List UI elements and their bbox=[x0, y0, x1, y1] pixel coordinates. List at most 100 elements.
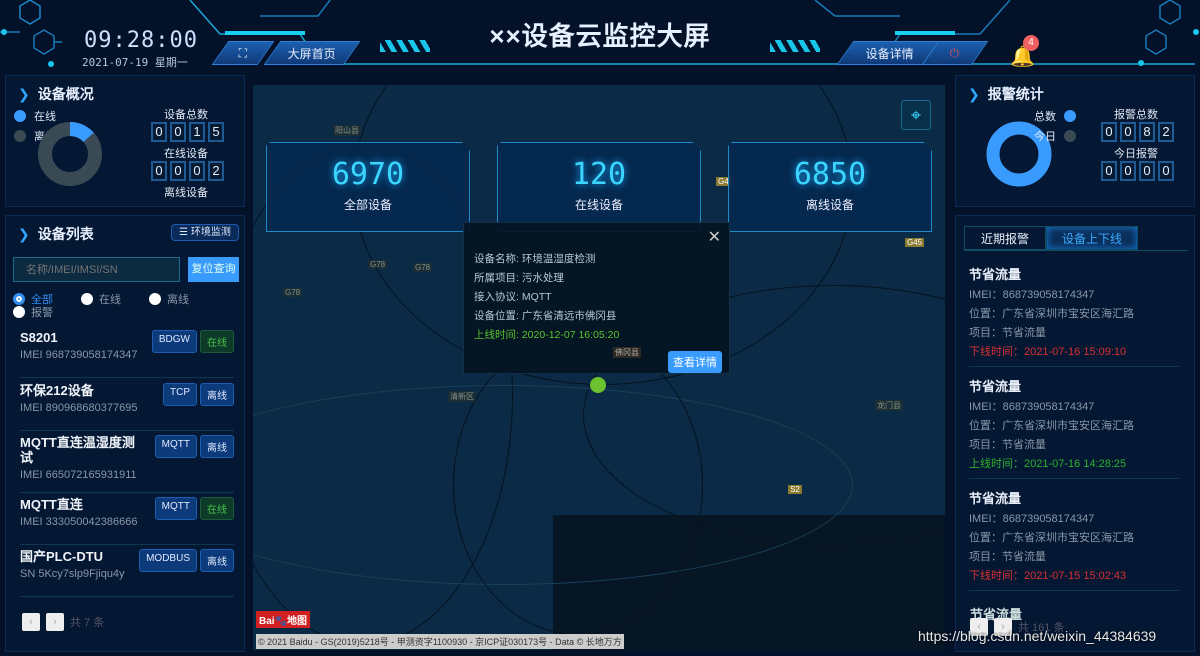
online-digits: 0002 bbox=[151, 161, 224, 181]
popup-project: 所属项目: 污水处理 bbox=[474, 272, 564, 284]
device-list-item[interactable]: 国产PLC-DTU SN 5Kcy7slp9Fjiqu4y MODBUS 离线 bbox=[20, 549, 234, 597]
stat-card-offline: 6850 离线设备 bbox=[728, 142, 932, 232]
record-title: 节省流量 bbox=[969, 267, 1022, 282]
digit: 0 bbox=[1120, 122, 1136, 142]
tab-recent-alarms[interactable]: 近期报警 bbox=[964, 226, 1046, 250]
filter-label: 离线 bbox=[167, 294, 189, 306]
device-name: 环保212设备 bbox=[20, 383, 94, 398]
device-name: MQTT直连温湿度测试 bbox=[20, 435, 135, 465]
next-page-button[interactable]: › bbox=[46, 613, 64, 631]
stat-card-all: 6970 全部设备 bbox=[266, 142, 470, 232]
alarm-total-digits: 0082 bbox=[1101, 122, 1174, 142]
record-location: 位置：广东省深圳市宝安区海汇路 bbox=[969, 308, 1134, 320]
digit: 1 bbox=[189, 122, 205, 142]
record-imei: IMEI：868739058174347 bbox=[969, 513, 1095, 525]
device-tags: MQTT 离线 bbox=[154, 435, 234, 458]
device-name: MQTT直连 bbox=[20, 497, 83, 512]
record-imei: IMEI：868739058174347 bbox=[969, 289, 1095, 301]
alarm-stats-panel: ❯ 报警统计 总数 今日 报警总数 0082 今日报警 0000 bbox=[955, 75, 1195, 207]
record-location: 位置：广东省深圳市宝安区海汇路 bbox=[969, 532, 1134, 544]
alarm-total-label: 报警总数 bbox=[1114, 109, 1158, 121]
digit: 0 bbox=[189, 161, 205, 181]
search-input[interactable] bbox=[13, 257, 180, 282]
overview-panel: ❯ 设备概况 在线 离线 设备总数 0015 在线设备 0002 离线设备 bbox=[5, 75, 245, 207]
online-dot bbox=[14, 110, 26, 122]
tab-device-online-offline[interactable]: 设备上下线 bbox=[1046, 226, 1138, 250]
record-imei: IMEI：868739058174347 bbox=[969, 401, 1095, 413]
record-time: 上线时间：2021-07-16 14:28:25 bbox=[969, 458, 1127, 470]
device-list-item[interactable]: S8201 IMEI 968739058174347 BDGW 在线 bbox=[20, 330, 234, 378]
stat-label: 全部设备 bbox=[343, 198, 392, 212]
stat-card-online: 120 在线设备 bbox=[497, 142, 701, 232]
baidu-logo: Bai🐾地图 bbox=[256, 611, 311, 628]
close-icon[interactable]: ✕ bbox=[708, 227, 721, 247]
protocol-tag: MQTT bbox=[154, 435, 197, 458]
device-marker[interactable] bbox=[590, 377, 606, 393]
radio-icon bbox=[149, 293, 161, 305]
decor-stripes bbox=[770, 40, 820, 52]
legend-total-label: 总数 bbox=[1034, 111, 1056, 123]
digit: 5 bbox=[208, 122, 224, 142]
filter-online[interactable]: 在线 bbox=[81, 291, 121, 307]
record-item[interactable]: 节省流量 IMEI：868739058174347 位置：广东省深圳市宝安区海汇… bbox=[969, 489, 1179, 591]
home-button[interactable]: 大屏首页 bbox=[263, 41, 361, 65]
map-label: 佛冈县 bbox=[613, 347, 641, 358]
overview-title-text: 设备概况 bbox=[37, 86, 94, 102]
crosshair-icon: ⌖ bbox=[910, 105, 922, 125]
device-list-item[interactable]: MQTT直连温湿度测试 IMEI 665072165931911 MQTT 离线 bbox=[20, 435, 234, 493]
digit: 2 bbox=[208, 161, 224, 181]
device-list-title: ❯ 设备列表 bbox=[18, 226, 94, 242]
digit: 8 bbox=[1139, 122, 1155, 142]
total-digits: 0015 bbox=[151, 122, 224, 142]
device-tags: MQTT 在线 bbox=[154, 497, 234, 520]
offline-dot bbox=[14, 130, 26, 142]
device-list-item[interactable]: MQTT直连 IMEI 333050042386666 MQTT 在线 bbox=[20, 497, 234, 545]
status-badge: 离线 bbox=[200, 435, 234, 458]
digit: 0 bbox=[1101, 161, 1117, 181]
locate-button[interactable]: ⌖ bbox=[901, 100, 931, 130]
device-list-item[interactable]: 环保212设备 IMEI 890968680377695 TCP 离线 bbox=[20, 383, 234, 431]
protocol-tag: TCP bbox=[163, 383, 197, 406]
radio-icon bbox=[81, 293, 93, 305]
stat-value: 6970 bbox=[331, 157, 405, 192]
legend-total: 总数 bbox=[1034, 108, 1076, 124]
legend-today: 今日 bbox=[1034, 128, 1076, 144]
device-name: S8201 bbox=[20, 330, 58, 345]
tab-divider bbox=[964, 250, 1188, 251]
stat-label: 离线设备 bbox=[805, 198, 854, 212]
record-project: 项目：节省流量 bbox=[969, 439, 1046, 451]
map-label: G78 bbox=[413, 263, 433, 272]
env-monitor-button[interactable]: ☰ 环境监测 bbox=[171, 224, 239, 241]
fullscreen-icon: ⛶ bbox=[238, 45, 248, 60]
digit: 0 bbox=[1101, 122, 1117, 142]
stat-label: 在线设备 bbox=[574, 198, 623, 212]
decor-stripes bbox=[380, 40, 430, 52]
total-label: 设备总数 bbox=[164, 109, 208, 121]
overview-title: ❯ 设备概况 bbox=[18, 86, 94, 102]
device-detail-label: 设备详情 bbox=[865, 46, 914, 61]
map-copyright: © 2021 Baidu - GS(2019)5218号 - 甲测资字11009… bbox=[256, 634, 624, 649]
status-badge: 离线 bbox=[200, 549, 234, 572]
digit: 0 bbox=[151, 161, 167, 181]
env-monitor-label: 环境监测 bbox=[190, 227, 231, 238]
map[interactable]: 阳山县 G78 G78 G78 G4 G45 清新区 S2 龙门县 ⌖ 6970… bbox=[253, 85, 945, 650]
map-label: G45 bbox=[905, 238, 925, 247]
device-pagination: ‹ › 共 7 条 bbox=[22, 613, 104, 631]
status-badge: 在线 bbox=[200, 330, 234, 353]
view-details-button[interactable]: 查看详情 bbox=[668, 351, 722, 373]
today-dot bbox=[1064, 130, 1076, 142]
header: 09:28:00 2021-07-19 星期一 ××设备云监控大屏 ⛶ 大屏首页… bbox=[0, 0, 1200, 72]
map-label: 清新区 bbox=[448, 391, 476, 402]
filter-alarm[interactable]: 报警 bbox=[13, 304, 53, 320]
record-item[interactable]: 节省流量 IMEI：868739058174347 位置：广东省深圳市宝安区海汇… bbox=[969, 265, 1179, 367]
watermark: https://blog.csdn.net/weixin_44384639 bbox=[918, 628, 1157, 644]
reset-query-button[interactable]: 复位查询 bbox=[188, 257, 239, 282]
record-item[interactable]: 节省流量 IMEI：868739058174347 位置：广东省深圳市宝安区海汇… bbox=[969, 377, 1179, 479]
popup-location: 设备位置: 广东省清远市佛冈县 bbox=[474, 310, 617, 322]
overview-donut bbox=[38, 122, 102, 186]
digit: 0 bbox=[1120, 161, 1136, 181]
digit: 2 bbox=[1158, 122, 1174, 142]
filter-offline[interactable]: 离线 bbox=[149, 291, 189, 307]
stat-value: 6850 bbox=[793, 157, 867, 192]
prev-page-button[interactable]: ‹ bbox=[22, 613, 40, 631]
